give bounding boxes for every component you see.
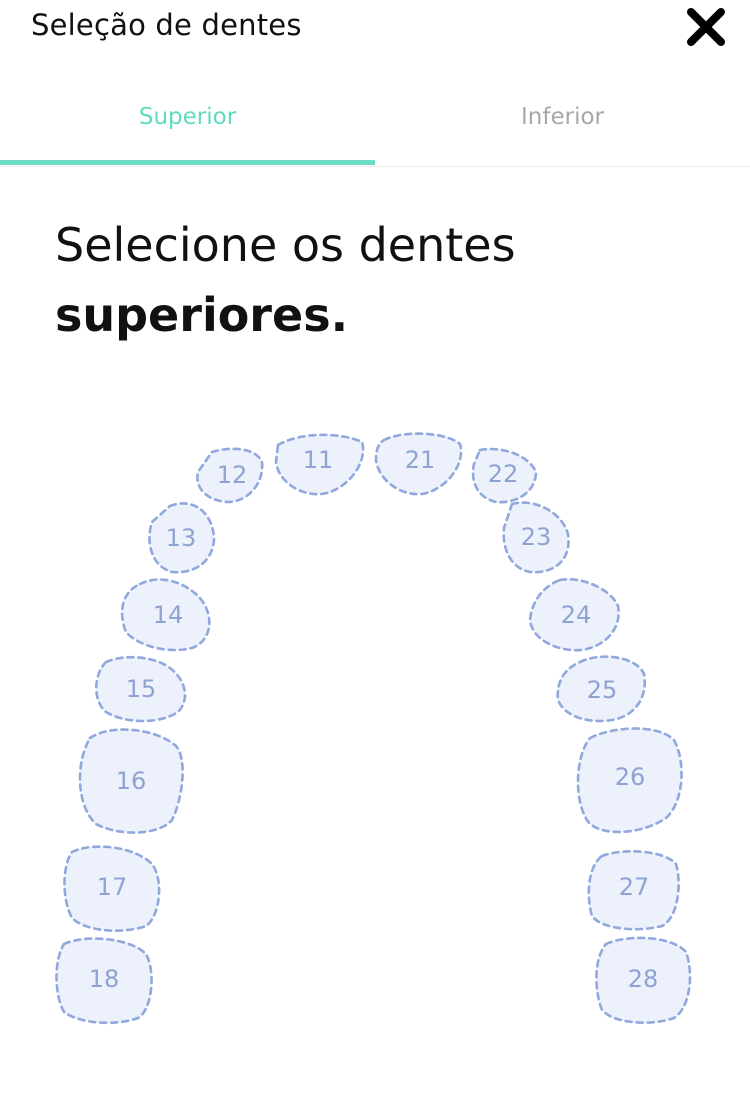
close-x-icon xyxy=(687,8,725,46)
tooth-13[interactable]: 13 xyxy=(148,502,216,574)
tooth-22[interactable]: 22 xyxy=(471,447,538,504)
close-button[interactable] xyxy=(683,4,729,50)
tooth-27[interactable]: 27 xyxy=(587,850,680,931)
instruction-heading: Selecione os dentes superiores. xyxy=(55,210,715,350)
tooth-12[interactable]: 12 xyxy=(196,447,264,504)
header: Seleção de dentes xyxy=(0,0,750,60)
tooth-23[interactable]: 23 xyxy=(502,501,570,574)
tooth-11[interactable]: 11 xyxy=(274,433,365,496)
tab-bar: Superior Inferior xyxy=(0,82,750,167)
tab-inferior[interactable]: Inferior xyxy=(375,82,750,166)
tooth-16[interactable]: 16 xyxy=(78,728,184,834)
tab-superior[interactable]: Superior xyxy=(0,82,375,166)
upper-arch-diagram: 11 12 13 14 15 16 17 18 21 22 23 24 25 2… xyxy=(55,432,692,1025)
heading-line-regular: Selecione os dentes xyxy=(55,218,516,272)
tooth-18[interactable]: 18 xyxy=(55,937,153,1025)
tooth-25[interactable]: 25 xyxy=(556,655,647,723)
heading-line-bold: superiores. xyxy=(55,288,349,342)
dental-arch-chart: 11 12 13 14 15 16 17 18 21 22 23 24 25 2… xyxy=(0,400,750,1080)
active-tab-indicator xyxy=(0,160,375,165)
tooth-14[interactable]: 14 xyxy=(120,578,211,652)
tooth-28[interactable]: 28 xyxy=(595,936,692,1024)
page-title: Seleção de dentes xyxy=(31,8,302,42)
tooth-15[interactable]: 15 xyxy=(94,655,187,723)
tooth-24[interactable]: 24 xyxy=(528,577,620,652)
tooth-21[interactable]: 21 xyxy=(374,432,463,496)
tooth-26[interactable]: 26 xyxy=(576,727,683,834)
tooth-17[interactable]: 17 xyxy=(63,845,161,932)
